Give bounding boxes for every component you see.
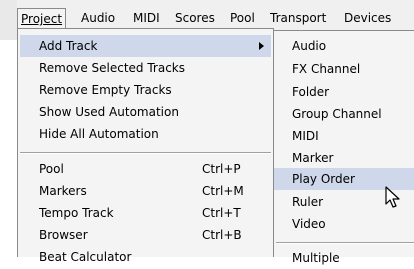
menu-separator [20, 152, 271, 154]
menu-item-remove-empty-tracks[interactable]: Remove Empty Tracks [20, 79, 271, 101]
menu-item-pool[interactable]: Pool Ctrl+P [20, 158, 271, 180]
menu-item-tempo-track[interactable]: Tempo Track Ctrl+T [20, 202, 271, 224]
submenu-item-fx-channel[interactable]: FX Channel [276, 58, 414, 80]
menubar-devices[interactable]: Devices [344, 9, 391, 27]
menu-item-beat-calculator[interactable]: Beat Calculator [20, 246, 271, 268]
menubar-transport[interactable]: Transport [270, 9, 326, 27]
menubar-scores[interactable]: Scores [175, 9, 215, 27]
menu-item-remove-selected-tracks[interactable]: Remove Selected Tracks [20, 57, 271, 79]
menu-item-pool-label: Pool [39, 162, 64, 176]
window-edge [0, 0, 17, 40]
menu-item-remove-empty-tracks-label: Remove Empty Tracks [39, 83, 172, 97]
menu-item-pool-shortcut: Ctrl+P [202, 162, 241, 176]
submenu-item-multiple-label: Multiple [292, 251, 340, 265]
menubar-project-label: Project [21, 12, 63, 26]
menubar-midi[interactable]: MIDI [133, 9, 160, 27]
menubar-audio-label: Audio [81, 11, 116, 25]
menu-item-markers-label: Markers [39, 184, 87, 198]
submenu-item-folder-label: Folder [292, 85, 330, 99]
menu-bar: Project Audio MIDI Scores Pool Transport… [0, 0, 414, 40]
submenu-item-midi-label: MIDI [292, 129, 319, 143]
menubar-pool[interactable]: Pool [230, 9, 255, 27]
submenu-item-play-order-label: Play Order [292, 172, 355, 186]
submenu-item-marker-label: Marker [292, 151, 334, 165]
menu-item-browser[interactable]: Browser Ctrl+B [20, 224, 271, 246]
menu-item-markers-shortcut: Ctrl+M [202, 184, 244, 198]
menu-item-tempo-track-label: Tempo Track [39, 206, 114, 220]
menu-item-add-track[interactable]: Add Track [20, 35, 271, 57]
submenu-item-marker[interactable]: Marker [276, 147, 414, 169]
submenu-item-fx-channel-label: FX Channel [292, 62, 361, 76]
menubar-scores-label: Scores [175, 11, 215, 25]
submenu-item-audio[interactable]: Audio [276, 35, 414, 57]
menubar-devices-label: Devices [344, 11, 392, 25]
submenu-item-video-label: Video [292, 217, 326, 231]
menu-item-show-used-automation-label: Show Used Automation [39, 105, 179, 119]
menubar-audio[interactable]: Audio [81, 9, 115, 27]
arrow-cursor-icon [385, 186, 403, 210]
submenu-item-multiple[interactable]: Multiple [276, 247, 414, 269]
menu-item-beat-calculator-label: Beat Calculator [39, 250, 132, 264]
menu-item-hide-all-automation-label: Hide All Automation [39, 127, 159, 141]
submenu-item-folder[interactable]: Folder [276, 81, 414, 103]
menubar-midi-label: MIDI [133, 11, 160, 25]
submenu-item-group-channel[interactable]: Group Channel [276, 103, 414, 125]
menu-item-browser-shortcut: Ctrl+B [202, 228, 242, 242]
submenu-item-midi[interactable]: MIDI [276, 125, 414, 147]
submenu-item-audio-label: Audio [292, 39, 327, 53]
menubar-transport-label: Transport [270, 11, 327, 25]
menu-item-hide-all-automation[interactable]: Hide All Automation [20, 123, 271, 145]
add-track-submenu: Audio FX Channel Folder Group Channel MI… [273, 30, 414, 265]
menu-item-remove-selected-tracks-label: Remove Selected Tracks [39, 61, 185, 75]
menu-item-show-used-automation[interactable]: Show Used Automation [20, 101, 271, 123]
submenu-item-group-channel-label: Group Channel [292, 107, 382, 121]
submenu-separator [276, 242, 414, 244]
menubar-project[interactable]: Project [17, 8, 67, 29]
project-menu: Add Track Remove Selected Tracks Remove … [17, 28, 274, 264]
menubar-pool-label: Pool [230, 11, 255, 25]
menu-item-markers[interactable]: Markers Ctrl+M [20, 180, 271, 202]
submenu-item-video[interactable]: Video [276, 213, 414, 235]
menu-item-add-track-label: Add Track [39, 39, 98, 53]
menu-item-tempo-track-shortcut: Ctrl+T [202, 206, 241, 220]
submenu-item-ruler-label: Ruler [292, 195, 324, 209]
menu-item-browser-label: Browser [39, 228, 88, 242]
